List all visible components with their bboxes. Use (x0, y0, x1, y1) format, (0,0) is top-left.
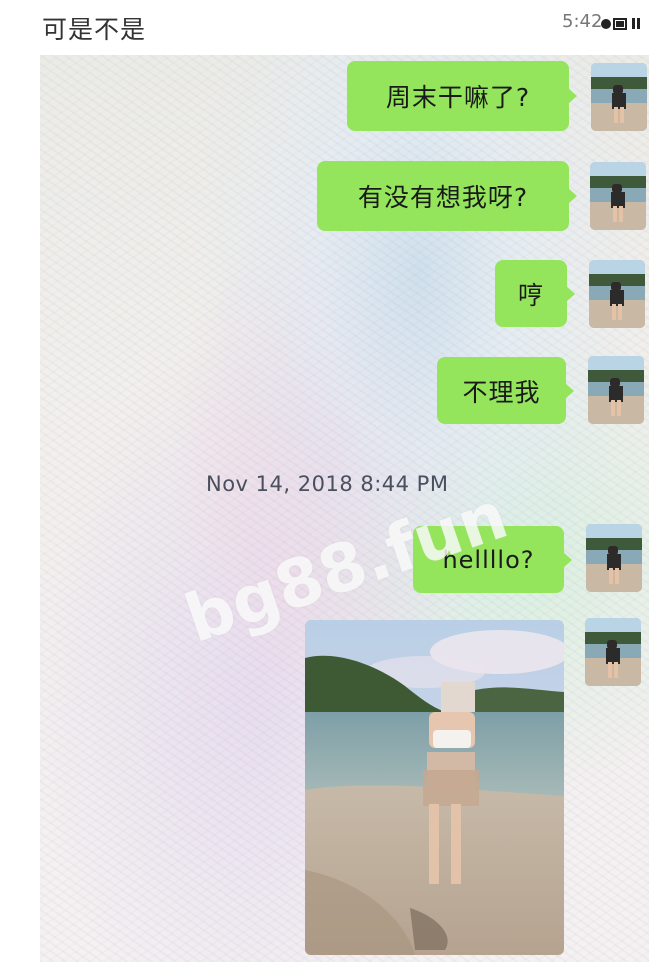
signal-wifi-battery-icon (601, 18, 640, 30)
avatar[interactable] (585, 618, 641, 686)
avatar[interactable] (588, 356, 644, 424)
image-message[interactable] (305, 620, 564, 955)
message-timestamp: Nov 14, 2018 8:44 PM (206, 472, 449, 496)
message-text: 周末干嘛了? (385, 83, 531, 112)
message-text: 哼 (517, 280, 544, 310)
chat-title: 可是不是 (42, 15, 147, 44)
message-bubble[interactable]: 哼 (495, 260, 575, 327)
message-bubble[interactable]: 不理我 (437, 357, 574, 424)
message-bubble[interactable]: 周末干嘛了? (347, 61, 577, 131)
avatar[interactable] (589, 260, 645, 328)
avatar[interactable] (590, 162, 646, 230)
avatar[interactable] (586, 524, 642, 592)
avatar[interactable] (591, 63, 647, 131)
beach-photo (305, 620, 564, 955)
message-text: 有没有想我呀? (357, 183, 529, 212)
message-bubble[interactable]: 有没有想我呀? (317, 161, 577, 231)
status-time: 5:42 (562, 11, 603, 32)
chat-header: 可是不是 5:42 (0, 0, 660, 52)
message-text: 不理我 (462, 377, 541, 407)
